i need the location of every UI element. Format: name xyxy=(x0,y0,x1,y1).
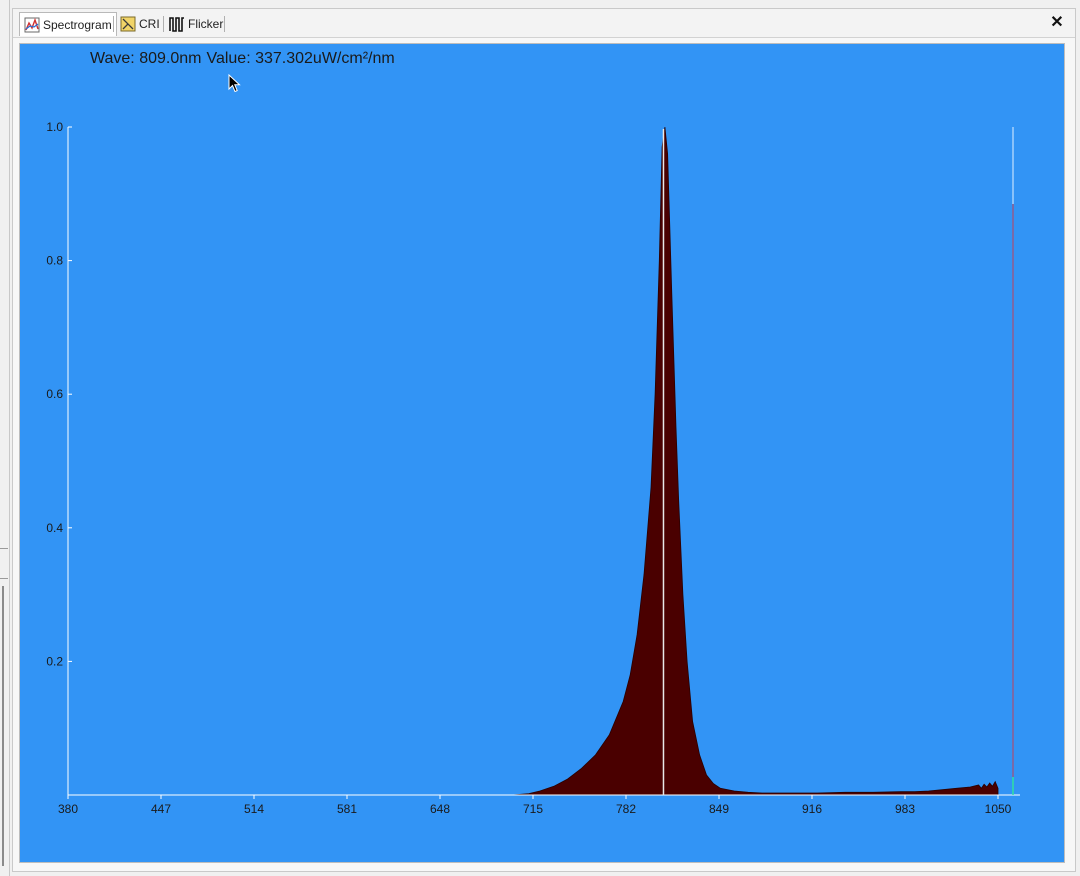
x-tick-label: 447 xyxy=(151,802,171,816)
tab-separator xyxy=(113,16,114,32)
x-tick-label: 849 xyxy=(709,802,729,816)
y-tick-label: 0.2 xyxy=(46,654,63,668)
scrollbar[interactable] xyxy=(2,586,4,866)
panel-divider xyxy=(0,548,8,549)
cri-icon xyxy=(120,16,136,32)
x-tick-label: 983 xyxy=(895,802,915,816)
spectrogram-plot[interactable]: Wave: 809.0nm Value: 337.302uW/cm²/nm 380… xyxy=(19,43,1065,863)
y-tick-label: 0.6 xyxy=(46,387,63,401)
y-tick-label: 0.8 xyxy=(46,254,63,268)
spectrum-chart[interactable]: 380 447 514 581 648 715 782 849 916 983 1050 0.2 0.4… xyxy=(20,44,1064,862)
x-tick-label: 916 xyxy=(802,802,822,816)
tab-spectrogram[interactable]: Spectrogram xyxy=(19,12,117,36)
left-panel-edge xyxy=(0,0,10,876)
x-tick-label: 514 xyxy=(244,802,264,816)
tab-cri[interactable]: CRI xyxy=(116,13,164,35)
tab-label: Flicker xyxy=(188,17,224,31)
spectrum-panel: Spectrogram CRI Flicker ✕ Wave: 809.0nm V… xyxy=(12,8,1076,872)
mouse-pointer-icon xyxy=(228,74,241,93)
x-tick-label: 380 xyxy=(58,802,78,816)
tab-label: Spectrogram xyxy=(43,17,112,32)
tab-flicker[interactable]: Flicker xyxy=(165,13,227,35)
close-icon[interactable]: ✕ xyxy=(1049,14,1065,32)
x-tick-label: 648 xyxy=(430,802,450,816)
x-tick-label: 782 xyxy=(616,802,636,816)
x-tick-label: 715 xyxy=(523,802,543,816)
tab-bar: Spectrogram CRI Flicker ✕ xyxy=(13,9,1075,38)
x-tick-label: 1050 xyxy=(985,802,1012,816)
y-tick-label: 0.4 xyxy=(46,521,63,535)
spectrum-area xyxy=(68,126,999,796)
y-tick-label: 1.0 xyxy=(46,120,63,134)
tab-separator xyxy=(163,16,164,32)
tab-label: CRI xyxy=(139,17,160,31)
panel-divider xyxy=(0,578,8,579)
flicker-icon xyxy=(169,17,184,32)
spectrogram-icon xyxy=(24,17,40,32)
tab-separator xyxy=(224,16,225,32)
x-tick-label: 581 xyxy=(337,802,357,816)
